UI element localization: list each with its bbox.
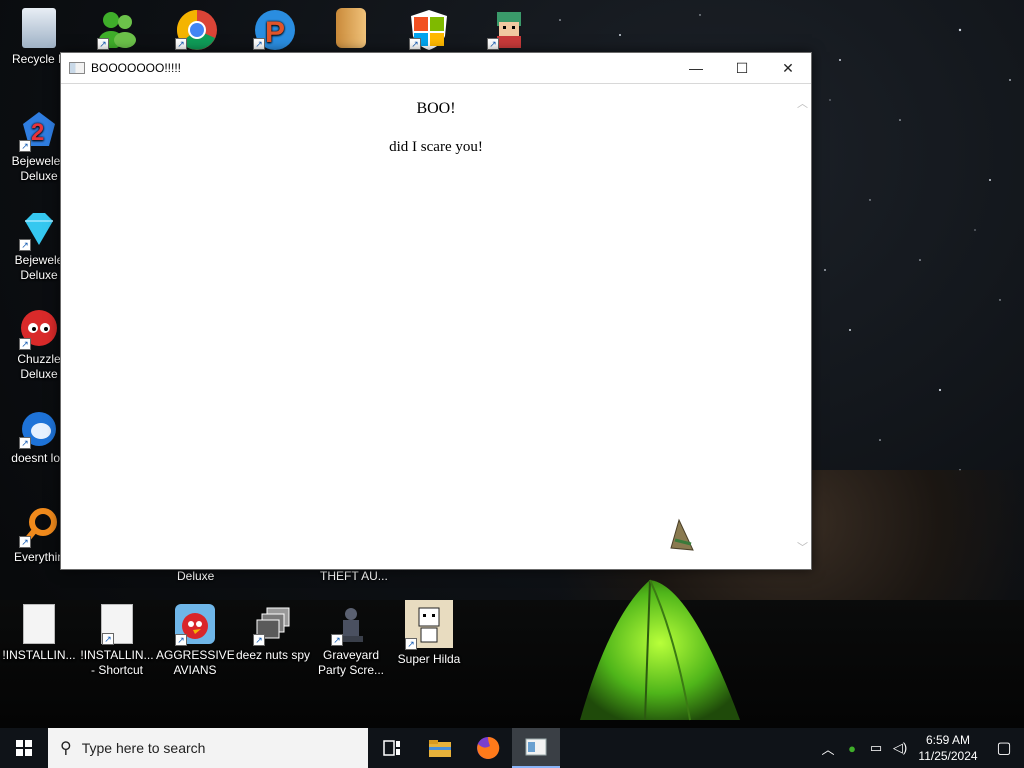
taskbar-clock[interactable]: 6:59 AM 11/25/2024 <box>912 732 984 764</box>
boo-message: did I scare you! <box>389 139 483 155</box>
desktop-icon-deez-nuts-spy[interactable]: ↗ deez nuts spy <box>234 600 312 663</box>
start-button[interactable] <box>0 728 48 768</box>
blue-bird-icon: ↗ <box>19 407 59 449</box>
taskbar: ⚲ Type here to search ︿ ● ▭ ◁) 6:59 AM 1… <box>0 728 1024 768</box>
volume-icon[interactable]: ◁) <box>888 740 912 756</box>
tent-image <box>580 579 740 721</box>
taskbar-file-explorer[interactable] <box>416 728 464 768</box>
desktop-icon-label: Super Hilda <box>397 652 461 666</box>
desktop-icon-label: !INSTALLIN... <box>2 648 76 662</box>
partial-icon-label-theft: THEFT AU... <box>320 569 388 583</box>
windows-shield-icon: ↗ <box>409 8 449 50</box>
shortcut-arrow-icon: ↗ <box>253 634 265 646</box>
chrome-icon: ↗ <box>175 8 217 50</box>
clock-date: 11/25/2024 <box>918 749 978 763</box>
minimize-button[interactable]: — <box>673 53 719 84</box>
desktop-icon-aggressive-avians[interactable]: ↗ AGGRESSIVE AVIANS <box>156 600 234 678</box>
shortcut-arrow-icon: ↗ <box>175 634 187 646</box>
task-view-button[interactable] <box>368 728 416 768</box>
desktop-icon-installing[interactable]: !INSTALLIN... <box>0 600 78 663</box>
firefox-icon <box>477 736 500 759</box>
shortcut-arrow-icon: ↗ <box>19 338 31 350</box>
desktop-icon-pixel-character[interactable]: ↗ <box>468 4 546 52</box>
desktop-icon-windows-shield[interactable]: ↗ <box>390 4 468 52</box>
small-figure-icon <box>670 518 694 551</box>
vertical-scrollbar[interactable]: ︿ ﹀ <box>794 84 811 569</box>
chuzzle-icon: ↗ <box>19 308 59 350</box>
shortcut-arrow-icon: ↗ <box>487 38 499 50</box>
desktop-icon-label: AGGRESSIVE <box>156 648 234 662</box>
desktop-icon-messenger[interactable]: ↗ <box>78 4 156 52</box>
desktop-icon-chrome[interactable]: ↗ <box>156 4 234 52</box>
shortcut-arrow-icon: ↗ <box>331 634 343 646</box>
maximize-button[interactable]: ☐ <box>719 53 765 84</box>
angry-bird-icon: ↗ <box>175 604 215 646</box>
scroll-up-icon[interactable]: ︿ <box>794 96 811 113</box>
desktop-icon-label: !INSTALLIN... <box>80 648 154 662</box>
scroll-down-icon[interactable]: ﹀ <box>794 540 811 557</box>
taskbar-search-box[interactable]: ⚲ Type here to search <box>48 728 368 768</box>
shortcut-arrow-icon: ↗ <box>19 536 31 548</box>
desktop-icon-super-hilda[interactable]: ↗ Super Hilda <box>390 600 468 667</box>
boo-heading: BOO! <box>416 100 456 117</box>
task-view-icon <box>383 740 400 756</box>
shortcut-arrow-icon: ↗ <box>19 140 31 152</box>
clock-time: 6:59 AM <box>925 733 971 747</box>
taskbar-firefox[interactable] <box>464 728 512 768</box>
desktop-icon-installing-shortcut[interactable]: ↗ !INSTALLIN... - Shortcut <box>78 600 156 678</box>
window-app-icon <box>525 738 547 756</box>
document-shortcut-icon: ↗ <box>101 604 133 645</box>
messenger-icon: ↗ <box>97 8 137 50</box>
windows-stack-icon: ↗ <box>253 604 293 646</box>
graveyard-statue-icon: ↗ <box>331 604 371 646</box>
window-title: BOOOOOOO!!!!! <box>91 61 182 75</box>
shortcut-arrow-icon: ↗ <box>97 38 109 50</box>
windows-logo-icon <box>16 740 32 756</box>
folder-icon <box>429 740 451 757</box>
partial-icon-label-deluxe: Deluxe <box>177 569 215 583</box>
folder-app-icon <box>336 8 366 48</box>
shortcut-arrow-icon: ↗ <box>405 638 417 650</box>
taskbar-boo-window[interactable] <box>512 728 560 768</box>
window-titlebar[interactable]: BOOOOOOO!!!!! — ☐ ✕ <box>61 53 811 84</box>
boo-window: BOOOOOOO!!!!! — ☐ ✕ BOO! did I scare you… <box>60 52 812 570</box>
shortcut-arrow-icon: ↗ <box>175 38 187 50</box>
close-button[interactable]: ✕ <box>765 53 811 84</box>
search-placeholder: Type here to search <box>81 740 206 756</box>
desktop-icon-label: Party Scre... <box>317 663 385 677</box>
search-icon: ⚲ <box>60 740 72 757</box>
document-icon <box>23 604 55 644</box>
bejeweled-diamond-icon: ↗ <box>19 209 59 251</box>
recycle-bin-icon <box>22 8 56 48</box>
chevron-up-icon[interactable]: ︿ <box>816 739 840 758</box>
window-content: BOO! did I scare you! ︿ ﹀ <box>61 84 811 569</box>
shortcut-arrow-icon: ↗ <box>19 437 31 449</box>
svg-text:P: P <box>265 16 285 49</box>
super-hilda-icon: ↗ <box>405 600 453 650</box>
shortcut-arrow-icon: ↗ <box>102 633 114 645</box>
svg-text:2: 2 <box>31 119 44 146</box>
window-app-icon <box>69 62 85 74</box>
shortcut-arrow-icon: ↗ <box>19 239 31 251</box>
desktop-icon-p-app[interactable]: P ↗ <box>234 4 312 52</box>
messenger-tray-icon[interactable]: ● <box>840 741 864 756</box>
system-tray: ︿ ● ▭ ◁) 6:59 AM 11/25/2024 ▢ <box>816 728 1024 768</box>
shortcut-arrow-icon: ↗ <box>253 38 265 50</box>
bejeweled-2-icon: 2 ↗ <box>19 110 59 152</box>
pixel-character-icon: ↗ <box>487 8 527 50</box>
network-icon[interactable]: ▭ <box>864 740 888 756</box>
desktop-icon-label: Graveyard <box>322 648 380 662</box>
desktop-icon-graveyard[interactable]: ↗ Graveyard Party Scre... <box>312 600 390 678</box>
desktop-icon-label: - Shortcut <box>90 663 144 677</box>
desktop-icon-label: deez nuts spy <box>235 648 311 662</box>
everything-search-icon: ↗ <box>19 506 59 548</box>
p-app-icon: P ↗ <box>253 8 295 50</box>
desktop-icon-label: AVIANS <box>173 663 217 677</box>
notification-icon[interactable]: ▢ <box>984 738 1024 758</box>
shortcut-arrow-icon: ↗ <box>409 38 421 50</box>
desktop-icon-folder-app[interactable] <box>312 4 390 52</box>
